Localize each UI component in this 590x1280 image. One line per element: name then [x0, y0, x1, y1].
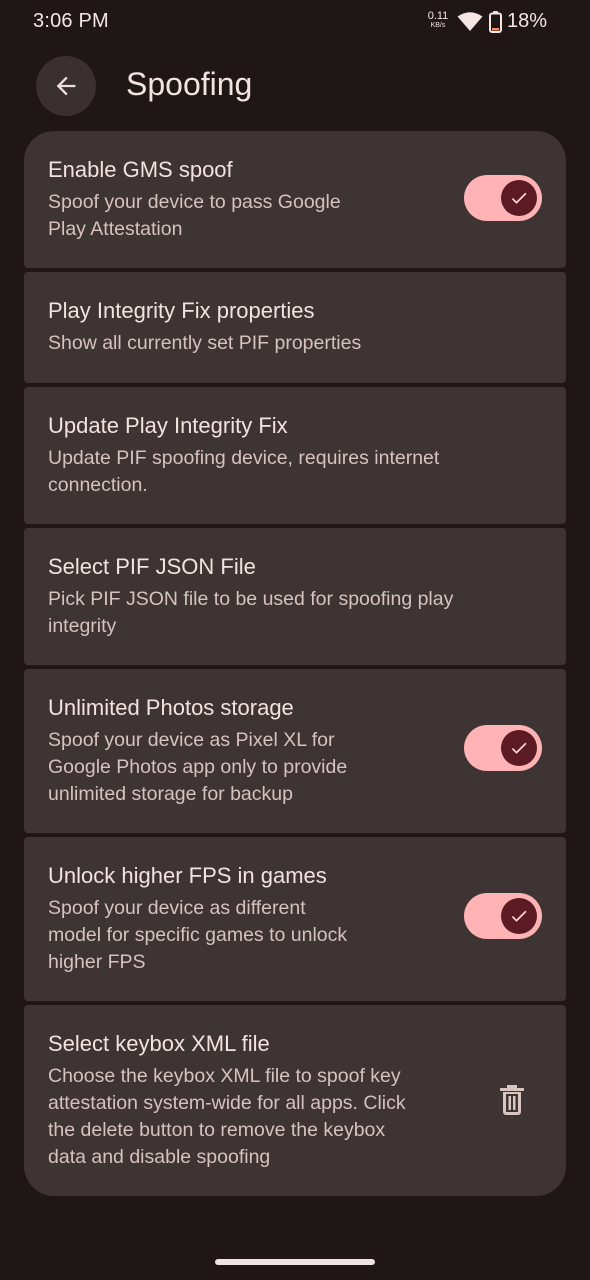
item-summary-line: unlimited storage for backup — [48, 783, 293, 805]
switch-thumb — [501, 730, 537, 766]
item-summary: Show all currently set PIF properties — [48, 330, 361, 357]
check-icon — [511, 192, 527, 204]
item-summary-line: attestation system-wide for all apps. Cl… — [48, 1092, 406, 1114]
item-title: Unlock higher FPS in games — [48, 863, 327, 888]
item-title: Select PIF JSON File — [48, 554, 256, 579]
list-item-update-pif[interactable]: Update Play Integrity Fix Update PIF spo… — [24, 387, 566, 524]
battery-icon — [489, 11, 502, 33]
item-title: Select keybox XML file — [48, 1031, 270, 1056]
list-item-pif-properties[interactable]: Play Integrity Fix properties Show all c… — [24, 272, 566, 383]
check-icon — [511, 742, 527, 754]
item-summary-line: Spoof your device to pass Google — [48, 191, 341, 213]
status-time: 3:06 PM — [33, 10, 109, 32]
battery-percent: 18% — [507, 10, 548, 32]
item-summary-line: Google Photos app only to provide — [48, 756, 348, 778]
item-summary-line: connection. — [48, 474, 148, 496]
network-speed: 0.11 KB/s — [426, 11, 450, 31]
network-speed-value: 0.11 — [427, 10, 449, 22]
item-title: Play Integrity Fix properties — [48, 298, 315, 323]
back-button[interactable] — [36, 56, 96, 116]
status-bar: 3:06 PM 0.11 KB/s 18% — [0, 0, 590, 44]
list-item-enable-gms-spoof[interactable]: Enable GMS spoof Spoof your device to pa… — [24, 131, 566, 268]
item-summary-line: Show all currently set PIF properties — [48, 332, 362, 354]
item-summary-line: Spoof your device as different — [48, 897, 306, 919]
item-summary-line: higher FPS — [48, 951, 146, 973]
item-title: Enable GMS spoof — [48, 157, 233, 182]
delete-icon[interactable] — [498, 1084, 526, 1116]
item-summary: Update PIF spoofing device, requires int… — [48, 445, 439, 499]
unlock-fps-switch[interactable] — [464, 893, 542, 939]
item-summary-line: Play Attestation — [48, 218, 183, 240]
item-summary: Pick PIF JSON file to be used for spoofi… — [48, 586, 453, 640]
list-item-unlimited-photos[interactable]: Unlimited Photos storage Spoof your devi… — [24, 669, 566, 833]
item-summary-line: data and disable spoofing — [48, 1146, 271, 1168]
list-item-unlock-fps[interactable]: Unlock higher FPS in games Spoof your de… — [24, 837, 566, 1001]
item-summary-line: the delete button to remove the keybox — [48, 1119, 386, 1141]
item-summary: Spoof your device as Pixel XL for Google… — [48, 727, 347, 808]
network-speed-unit: KB/s — [430, 22, 446, 29]
item-summary-line: Choose the keybox XML file to spoof key — [48, 1065, 401, 1087]
wifi-icon — [457, 12, 483, 31]
item-summary-line: Spoof your device as Pixel XL for — [48, 729, 335, 751]
list-item-select-pif-json[interactable]: Select PIF JSON File Pick PIF JSON file … — [24, 528, 566, 665]
list-item-select-keybox[interactable]: Select keybox XML file Choose the keybox… — [24, 1005, 566, 1196]
item-summary-line: model for specific games to unlock — [48, 924, 348, 946]
item-summary-line: integrity — [48, 615, 117, 637]
unlimited-photos-switch[interactable] — [464, 725, 542, 771]
gms-spoof-switch[interactable] — [464, 175, 542, 221]
item-title: Unlimited Photos storage — [48, 695, 294, 720]
switch-thumb — [501, 180, 537, 216]
item-summary: Choose the keybox XML file to spoof key … — [48, 1063, 406, 1171]
gesture-nav-handle[interactable] — [215, 1259, 375, 1265]
arrow-back-icon — [56, 76, 76, 96]
item-summary-line: Pick PIF JSON file to be used for spoofi… — [48, 588, 454, 610]
item-title: Update Play Integrity Fix — [48, 413, 288, 438]
page-title: Spoofing — [126, 66, 253, 102]
item-summary-line: Update PIF spoofing device, requires int… — [48, 447, 440, 469]
item-summary: Spoof your device as different model for… — [48, 895, 347, 976]
check-icon — [511, 910, 527, 922]
switch-thumb — [501, 898, 537, 934]
item-summary: Spoof your device to pass Google Play At… — [48, 189, 341, 243]
